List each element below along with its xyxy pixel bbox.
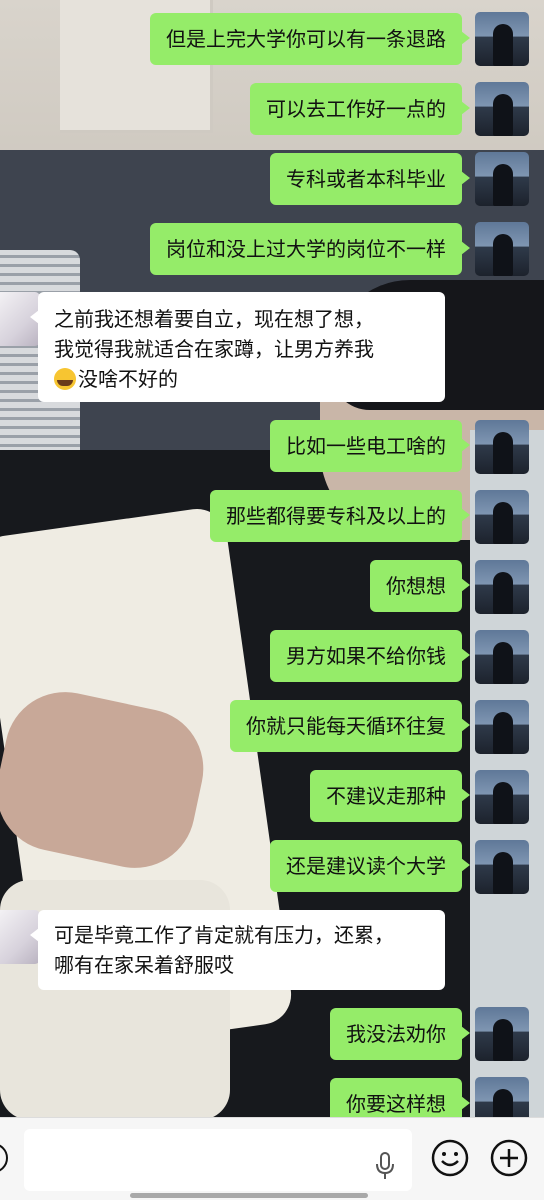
home-indicator[interactable] bbox=[130, 1193, 368, 1198]
message-line: 哪有在家呆着舒服哎 bbox=[54, 953, 234, 977]
outgoing-message[interactable]: 专科或者本科毕业 bbox=[270, 153, 470, 205]
my-avatar[interactable] bbox=[475, 1007, 529, 1061]
outgoing-message[interactable]: 不建议走那种 bbox=[310, 770, 470, 822]
emoji-icon[interactable] bbox=[431, 1139, 469, 1177]
outgoing-message[interactable]: 但是上完大学你可以有一条退路 bbox=[150, 13, 470, 65]
my-avatar[interactable] bbox=[475, 630, 529, 684]
plus-icon[interactable] bbox=[490, 1139, 528, 1177]
incoming-message[interactable]: 之前我还想着要自立，现在想了想， 我觉得我就适合在家蹲，让男方养我 没啥不好的 bbox=[30, 292, 445, 402]
outgoing-message[interactable]: 岗位和没上过大学的岗位不一样 bbox=[150, 223, 470, 275]
message-line-text: 没啥不好的 bbox=[78, 367, 178, 391]
message-line: 之前我还想着要自立，现在想了想， bbox=[54, 307, 374, 331]
message-line: 我觉得我就适合在家蹲，让男方养我 bbox=[54, 337, 374, 361]
outgoing-message[interactable]: 还是建议读个大学 bbox=[270, 840, 470, 892]
message-input[interactable] bbox=[24, 1129, 412, 1191]
voice-icon[interactable] bbox=[0, 1143, 8, 1173]
my-avatar[interactable] bbox=[475, 12, 529, 66]
incoming-message[interactable]: 可是毕竟工作了肯定就有压力，还累， 哪有在家呆着舒服哎 bbox=[30, 910, 445, 990]
my-avatar[interactable] bbox=[475, 700, 529, 754]
my-avatar[interactable] bbox=[475, 82, 529, 136]
mic-icon[interactable] bbox=[374, 1151, 396, 1181]
input-bar bbox=[0, 1117, 544, 1200]
message-line-with-emoji: 没啥不好的 bbox=[54, 364, 429, 394]
outgoing-message[interactable]: 我没法劝你 bbox=[330, 1008, 470, 1060]
outgoing-message[interactable]: 比如一些电工啥的 bbox=[270, 420, 470, 472]
my-avatar[interactable] bbox=[475, 222, 529, 276]
my-avatar[interactable] bbox=[475, 840, 529, 894]
outgoing-message[interactable]: 你想想 bbox=[370, 560, 470, 612]
my-avatar[interactable] bbox=[475, 560, 529, 614]
outgoing-message[interactable]: 男方如果不给你钱 bbox=[270, 630, 470, 682]
message-line: 可是毕竟工作了肯定就有压力，还累， bbox=[54, 923, 394, 947]
outgoing-message[interactable]: 你就只能每天循环往复 bbox=[230, 700, 470, 752]
my-avatar[interactable] bbox=[475, 152, 529, 206]
my-avatar[interactable] bbox=[475, 420, 529, 474]
my-avatar[interactable] bbox=[475, 490, 529, 544]
outgoing-message[interactable]: 可以去工作好一点的 bbox=[250, 83, 470, 135]
outgoing-message[interactable]: 那些都得要专科及以上的 bbox=[210, 490, 470, 542]
loudly-crying-face-icon bbox=[54, 368, 76, 390]
my-avatar[interactable] bbox=[475, 770, 529, 824]
